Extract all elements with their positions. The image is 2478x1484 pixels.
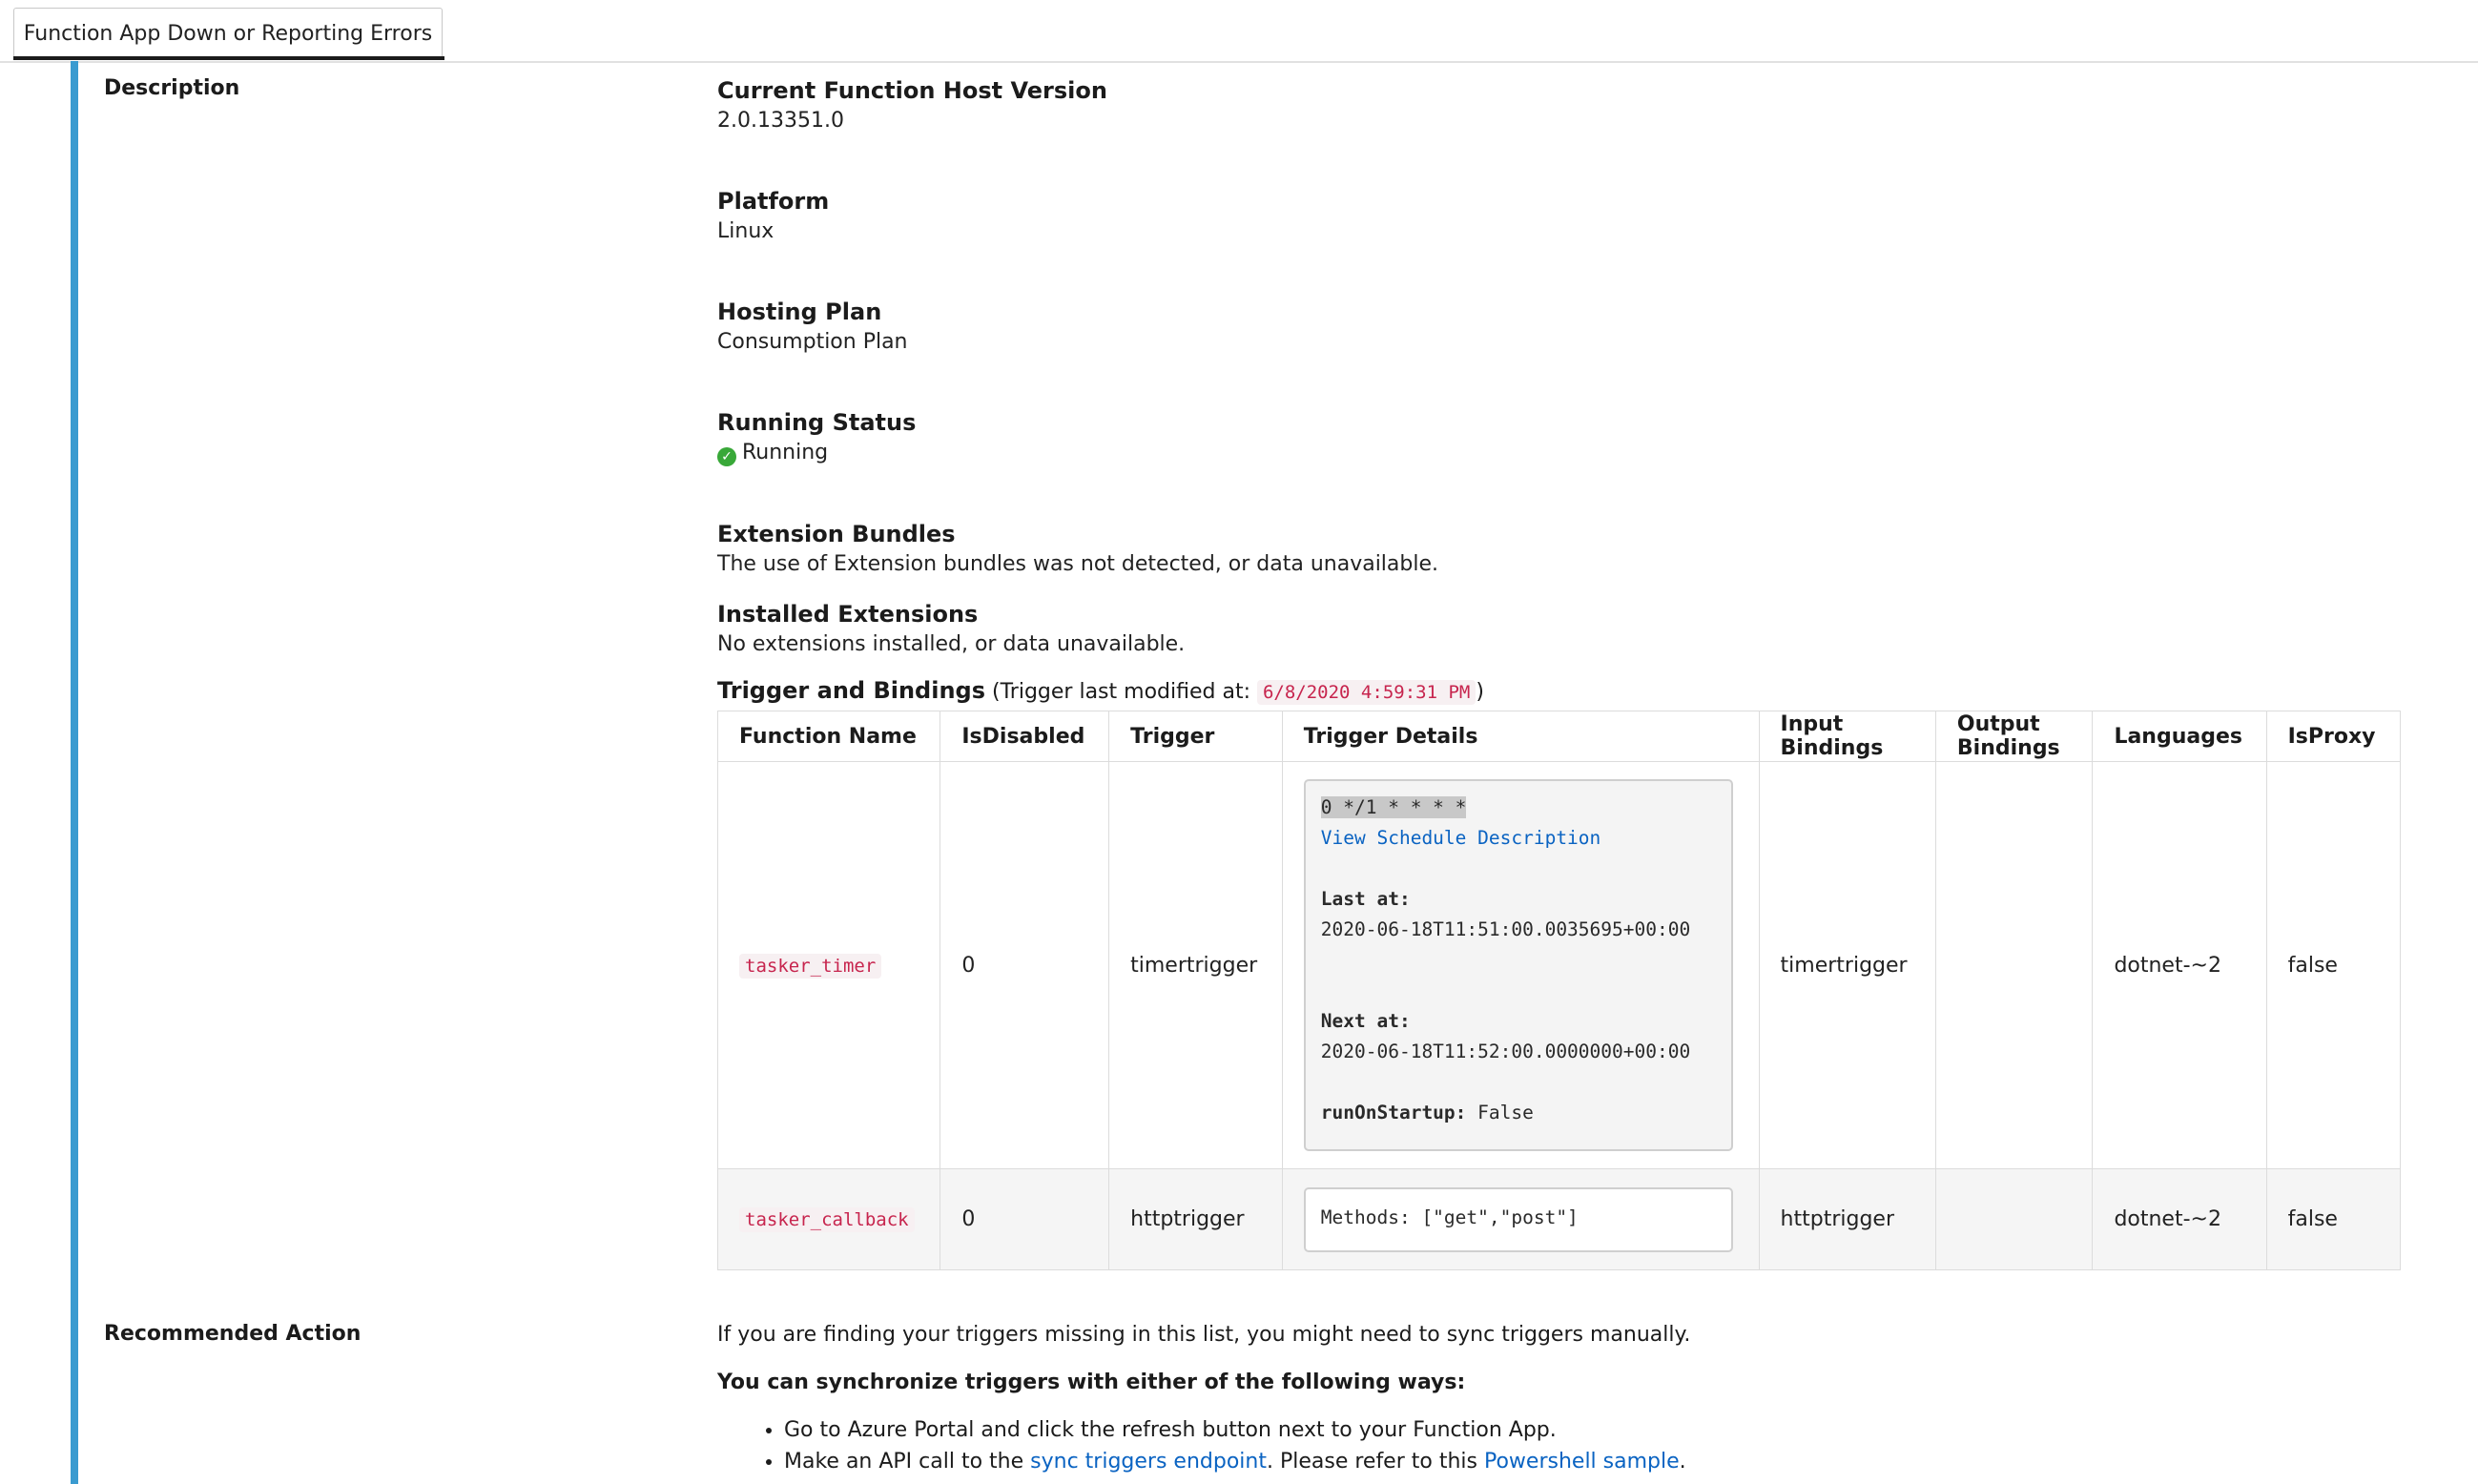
- table-row: tasker_timer 0 timertrigger 0 */1 * * * …: [716, 761, 2402, 1169]
- property-extension-bundles: Extension Bundles The use of Extension b…: [717, 518, 2404, 598]
- is-disabled-cell: 0: [940, 1168, 1110, 1270]
- recommended-intro: If you are finding your triggers missing…: [717, 1323, 1691, 1347]
- powershell-sample-link[interactable]: Powershell sample: [1484, 1450, 1680, 1474]
- property-title: Platform: [717, 188, 830, 215]
- trigger-details-box: Methods: ["get","post"]: [1303, 1186, 1733, 1252]
- next-at-label: Next at:: [1320, 1010, 1411, 1032]
- triggers-modified-prefix: (Trigger last modified at:: [992, 680, 1250, 704]
- schedule-expression: 0 */1 * * * *: [1320, 796, 1467, 818]
- check-circle-icon: ✓: [717, 447, 736, 466]
- trigger-details-box: 0 */1 * * * * View Schedule Description …: [1303, 779, 1733, 1151]
- list-item: Make an API call to the sync triggers en…: [784, 1446, 2404, 1477]
- is-proxy-cell: false: [2265, 1168, 2402, 1270]
- function-name-cell: tasker_callback: [716, 1168, 941, 1270]
- column-header: Trigger: [1108, 711, 1283, 762]
- property-title: Installed Extensions: [717, 601, 979, 628]
- column-header: IsProxy: [2265, 711, 2402, 762]
- status-text: Running: [742, 441, 829, 464]
- languages-cell: dotnet-~2: [2092, 761, 2267, 1169]
- trigger-details-cell: 0 */1 * * * * View Schedule Description …: [1281, 761, 1760, 1169]
- property-value: Consumption Plan: [717, 330, 908, 354]
- list-item: Go to Azure Portal and click the refresh…: [784, 1414, 2404, 1446]
- property-title: Hosting Plan: [717, 299, 882, 325]
- property-installed-extensions: Installed Extensions No extensions insta…: [717, 598, 2404, 674]
- triggers-table: Function Name IsDisabled Trigger Trigger…: [716, 711, 2402, 1270]
- next-at-value: 2020-06-18T11:52:00.0000000+00:00: [1320, 1041, 1691, 1062]
- description-label: Description: [104, 76, 240, 100]
- tab-bar: Function App Down or Reporting Errors: [0, 0, 2478, 63]
- triggers-title: Trigger and Bindings: [717, 677, 986, 704]
- languages-cell: dotnet-~2: [2092, 1168, 2267, 1270]
- view-schedule-link[interactable]: View Schedule Description: [1321, 827, 1601, 849]
- input-bindings-cell: httptrigger: [1758, 1168, 1936, 1270]
- sync-triggers-endpoint-link[interactable]: sync triggers endpoint: [1030, 1450, 1267, 1474]
- property-hosting-plan: Hosting Plan Consumption Plan: [717, 296, 2404, 406]
- property-running-status: Running Status ✓ Running: [717, 406, 2404, 518]
- status-value: ✓ Running: [717, 439, 2404, 467]
- last-at-value: 2020-06-18T11:51:00.0035695+00:00: [1320, 918, 1691, 940]
- recommended-action-label: Recommended Action: [104, 1322, 361, 1346]
- is-disabled-cell: 0: [940, 761, 1110, 1169]
- output-bindings-cell: [1934, 1168, 2094, 1270]
- property-title: Current Function Host Version: [717, 77, 1107, 104]
- column-header: Output Bindings: [1934, 711, 2094, 762]
- property-value: No extensions installed, or data unavail…: [717, 632, 1186, 656]
- function-name: tasker_timer: [739, 953, 882, 979]
- trigger-details-cell: Methods: ["get","post"]: [1281, 1168, 1760, 1270]
- triggers-modified-at: 6/8/2020 4:59:31 PM: [1256, 680, 1476, 705]
- column-header: Input Bindings: [1758, 711, 1936, 762]
- triggers-heading: Trigger and Bindings (Trigger last modif…: [717, 674, 2404, 711]
- column-header: IsDisabled: [940, 711, 1110, 762]
- property-host-version: Current Function Host Version 2.0.13351.…: [717, 74, 2404, 185]
- function-name-cell: tasker_timer: [716, 761, 941, 1169]
- methods-text: Methods: ["get","post"]: [1320, 1206, 1579, 1228]
- table-header-row: Function Name IsDisabled Trigger Trigger…: [716, 711, 2402, 762]
- triggers-modified-suffix: ): [1476, 680, 1484, 704]
- table-row: tasker_callback 0 httptrigger Methods: […: [716, 1168, 2402, 1270]
- run-on-startup-label: runOnStartup:: [1320, 1102, 1467, 1123]
- property-title: Running Status: [717, 409, 917, 436]
- column-header: Trigger Details: [1281, 711, 1760, 762]
- function-name: tasker_callback: [739, 1207, 915, 1232]
- run-on-startup-value: False: [1477, 1102, 1534, 1123]
- property-value: Linux: [717, 219, 774, 243]
- trigger-cell: timertrigger: [1108, 761, 1283, 1169]
- input-bindings-cell: timertrigger: [1758, 761, 1936, 1169]
- active-tab-indicator: [13, 56, 444, 60]
- output-bindings-cell: [1934, 761, 2094, 1169]
- section-accent-bar: [71, 61, 78, 1484]
- column-header: Languages: [2092, 711, 2267, 762]
- description-content: Current Function Host Version 2.0.13351.…: [716, 74, 2404, 1270]
- trigger-cell: httptrigger: [1108, 1168, 1283, 1270]
- recommended-ways-list: Go to Azure Portal and click the refresh…: [717, 1414, 2404, 1477]
- property-value: 2.0.13351.0: [717, 109, 844, 133]
- last-at-label: Last at:: [1320, 888, 1411, 910]
- recommended-action-content: If you are finding your triggers missing…: [717, 1321, 2404, 1477]
- tab-function-app-down[interactable]: Function App Down or Reporting Errors: [13, 8, 443, 58]
- property-platform: Platform Linux: [717, 185, 2404, 296]
- is-proxy-cell: false: [2265, 761, 2402, 1169]
- property-title: Extension Bundles: [717, 521, 956, 547]
- column-header: Function Name: [716, 711, 941, 762]
- property-value: The use of Extension bundles was not det…: [717, 552, 1439, 576]
- recommended-ways-heading: You can synchronize triggers with either…: [717, 1371, 1466, 1394]
